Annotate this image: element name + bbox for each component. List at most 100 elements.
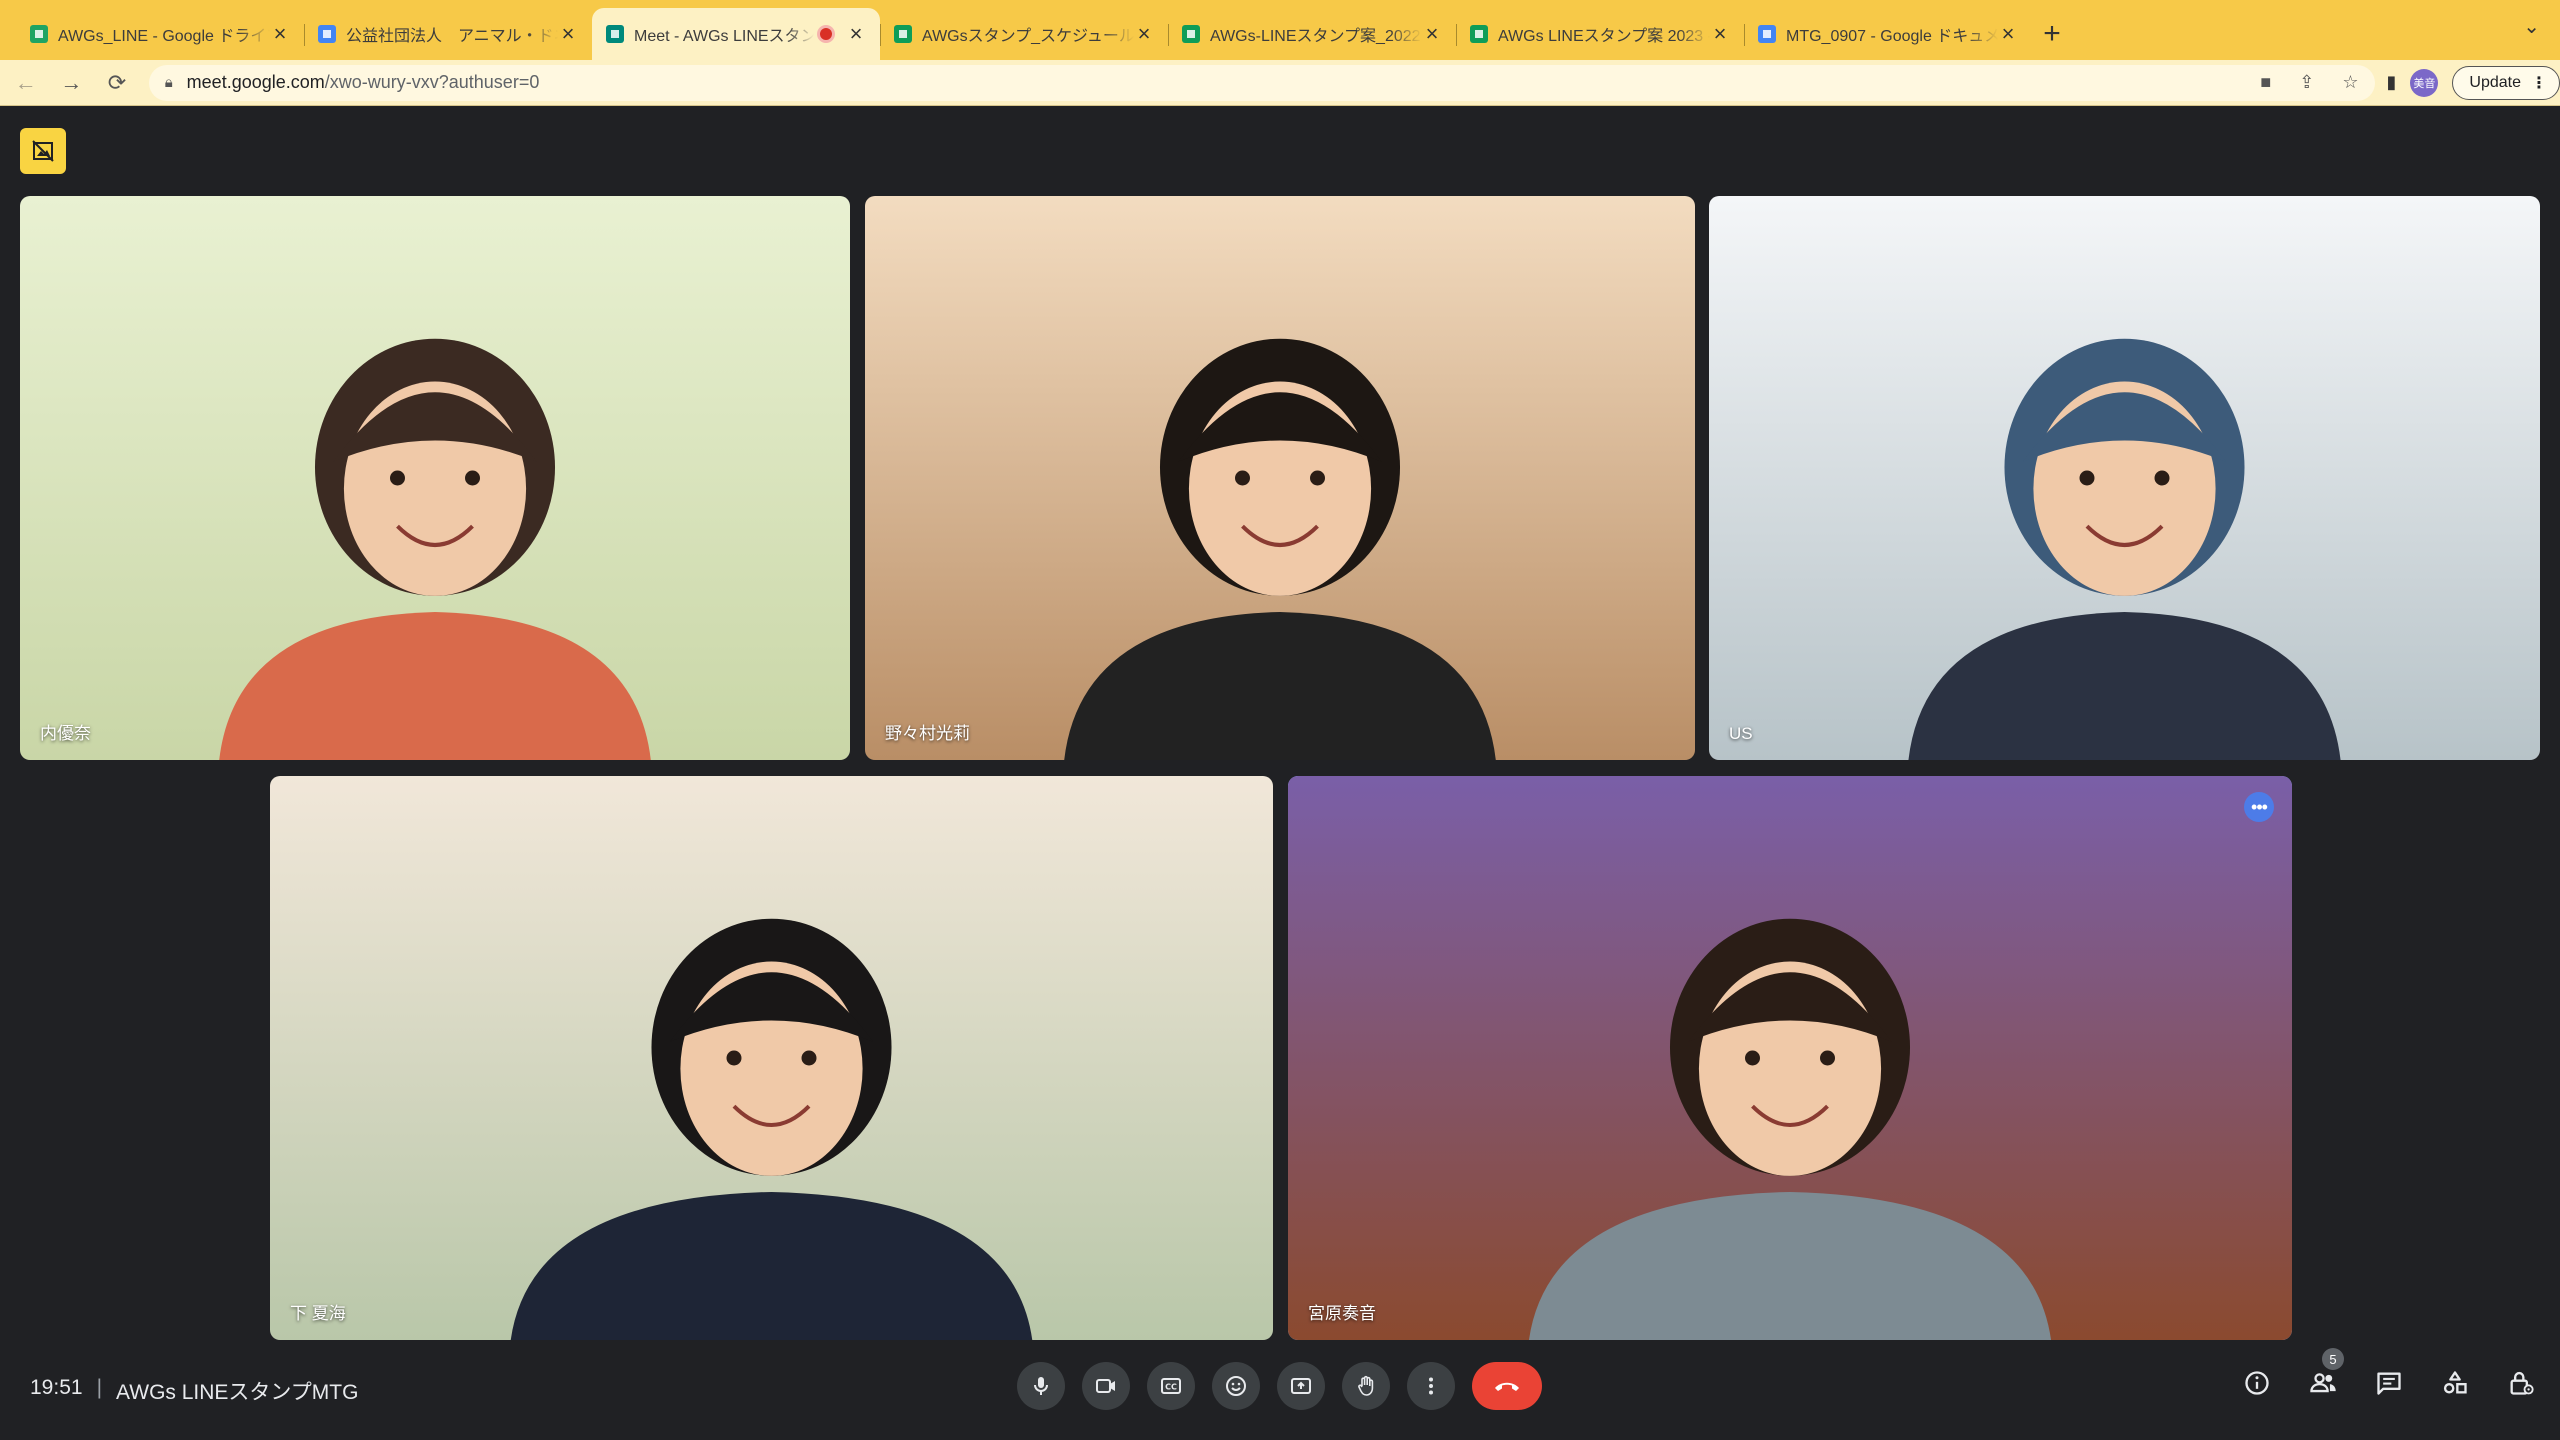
browser-tab-title: AWGs_LINE - Google ドライブ [58, 28, 270, 45]
close-tab-icon[interactable]: × [270, 21, 290, 47]
browser-tab-title: AWGs-LINEスタンプ案_2022 - [1210, 28, 1422, 45]
meeting-info: 19:51 | AWGs LINEスタンプMTG [30, 1376, 358, 1406]
browser-tab[interactable]: AWGs-LINEスタンプ案_2022 - × [1168, 8, 1456, 60]
participant-name: 内優奈 [40, 724, 91, 743]
share-icon[interactable]: ⇪ [2299, 72, 2314, 93]
browser-tab[interactable]: 公益社団法人 アニマル・ドネーシ× [304, 8, 592, 60]
participant-name: 下 夏海 [290, 1304, 346, 1323]
close-tab-icon[interactable]: × [846, 21, 866, 47]
people-button[interactable]: 5 [2308, 1348, 2344, 1398]
end-call-icon [1495, 1382, 1519, 1391]
chat-icon [2377, 1372, 2401, 1395]
browser-tab[interactable]: AWGs LINEスタンプ案 2023 - G × [1456, 8, 1744, 60]
url-host: meet.google.com [186, 72, 325, 92]
profile-avatar[interactable]: 美音 [2410, 68, 2439, 97]
browser-tab[interactable]: Meet - AWGs LINEスタンプ × [592, 8, 880, 60]
update-button[interactable]: Update ⋮ [2452, 65, 2560, 100]
participant-video [1908, 338, 2341, 760]
participant-video [510, 918, 1033, 1340]
present-screen-button[interactable] [1277, 1362, 1325, 1410]
activities-button[interactable] [2440, 1368, 2470, 1398]
browser-tab-title: AWGs LINEスタンプ案 2023 - G [1498, 28, 1710, 45]
participant-video [1528, 918, 2052, 1340]
address-bar[interactable]: 🔒︎ meet.google.com /xwo-wury-vxv?authuse… [148, 64, 2375, 101]
emoji-smile-icon [1226, 1376, 1246, 1396]
browser-tab[interactable]: AWGsスタンプ_スケジュール202× [880, 8, 1168, 60]
browser-tab-strip: AWGs_LINE - Google ドライブ×公益社団法人 アニマル・ドネーシ… [0, 0, 2560, 60]
kebab-menu-icon: ⋮ [2531, 74, 2547, 92]
close-tab-icon[interactable]: × [1998, 21, 2018, 47]
participant-video [1064, 338, 1496, 760]
google-sheets-icon [1182, 25, 1200, 43]
reactions-button[interactable] [1212, 1362, 1260, 1410]
browser-tab-title: Meet - AWGs LINEスタンプ [634, 28, 814, 45]
lock-icon: 🔒︎ [164, 74, 173, 91]
google-docs-icon [1758, 25, 1776, 43]
more-options-button[interactable] [1407, 1362, 1455, 1410]
more-vert-icon [1429, 1377, 1433, 1395]
forward-button[interactable]: → [52, 63, 92, 103]
close-tab-icon[interactable]: × [558, 21, 578, 47]
participant-tile[interactable]: US [1709, 196, 2540, 760]
google-sheets-icon [894, 25, 912, 43]
close-tab-icon[interactable]: × [1134, 21, 1154, 47]
participant-video [219, 338, 651, 760]
present-screen-icon [1291, 1378, 1311, 1394]
close-tab-icon[interactable]: × [1422, 21, 1442, 47]
close-tab-icon[interactable]: × [1710, 21, 1730, 47]
browser-toolbar: ← → ⟳ 🔒︎ meet.google.com /xwo-wury-vxv?a… [0, 60, 2560, 106]
chat-button[interactable] [2374, 1368, 2404, 1398]
url-path: /xwo-wury-vxv?authuser=0 [324, 72, 540, 92]
microphone-icon [1034, 1377, 1048, 1395]
activities-shapes-icon [2443, 1371, 2467, 1394]
tab-search-chevron-icon[interactable]: ⌄ [2523, 14, 2540, 39]
browser-tab-title: AWGsスタンプ_スケジュール202 [922, 28, 1134, 45]
calendar-icon [318, 25, 336, 43]
microphone-button[interactable] [1017, 1362, 1065, 1410]
camera-in-use-icon[interactable]: ■ [2260, 72, 2271, 93]
meeting-time: 19:51 [30, 1376, 83, 1399]
host-lock-icon [2510, 1371, 2534, 1395]
camera-button[interactable] [1082, 1362, 1130, 1410]
browser-tab-title: 公益社団法人 アニマル・ドネーシ [346, 28, 558, 45]
google-meet-icon [606, 25, 624, 43]
participant-name: US [1729, 724, 1753, 743]
video-camera-icon [1096, 1379, 1115, 1393]
recording-indicator-icon [820, 28, 832, 40]
raise-hand-button[interactable] [1342, 1362, 1390, 1410]
update-label: Update [2469, 73, 2521, 91]
participant-count-badge: 5 [2322, 1348, 2344, 1370]
meeting-details-button[interactable] [2242, 1368, 2272, 1398]
raise-hand-icon [1358, 1375, 1374, 1396]
picture-off-icon [32, 140, 54, 162]
leave-call-button[interactable] [1472, 1362, 1542, 1410]
meeting-info-separator: | [96, 1376, 103, 1399]
reload-button[interactable]: ⟳ [97, 63, 137, 103]
closed-captions-icon: CC [1161, 1378, 1181, 1394]
side-panel-icon[interactable]: ▮ [2387, 72, 2397, 93]
host-controls-button[interactable] [2506, 1368, 2536, 1398]
bookmark-star-icon[interactable]: ☆ [2342, 72, 2358, 93]
browser-tab[interactable]: AWGs_LINE - Google ドライブ × [16, 8, 304, 60]
tile-more-options-icon[interactable]: ••• [2244, 792, 2274, 822]
new-tab-button[interactable]: + [2032, 8, 2072, 60]
participant-tile[interactable]: 内優奈 [20, 196, 850, 760]
meeting-title: AWGs LINEスタンプMTG [116, 1381, 359, 1404]
google-drive-icon [30, 25, 48, 43]
captions-button[interactable]: CC [1147, 1362, 1195, 1410]
info-icon [2245, 1371, 2269, 1395]
participant-tile[interactable]: 野々村光莉 [865, 196, 1695, 760]
browser-tab[interactable]: MTG_0907 - Google ドキュメン × [1744, 8, 2032, 60]
browser-tab-title: MTG_0907 - Google ドキュメン [1786, 28, 1998, 45]
back-button[interactable]: ← [6, 63, 46, 103]
participant-tile[interactable]: 下 夏海 [270, 776, 1273, 1340]
svg-text:CC: CC [1165, 1383, 1177, 1392]
participant-name: 宮原奏音 [1308, 1304, 1376, 1323]
people-icon [2310, 1373, 2336, 1393]
google-sheets-icon [1470, 25, 1488, 43]
meet-control-bar: 19:51 | AWGs LINEスタンプMTG CC 5 [0, 1340, 2560, 1440]
call-controls: CC [1017, 1362, 1542, 1410]
hide-self-view-button[interactable] [20, 128, 66, 174]
participant-tile-speaking[interactable]: 宮原奏音 ••• [1288, 776, 2292, 1340]
side-panel-controls: 5 [2242, 1348, 2536, 1398]
